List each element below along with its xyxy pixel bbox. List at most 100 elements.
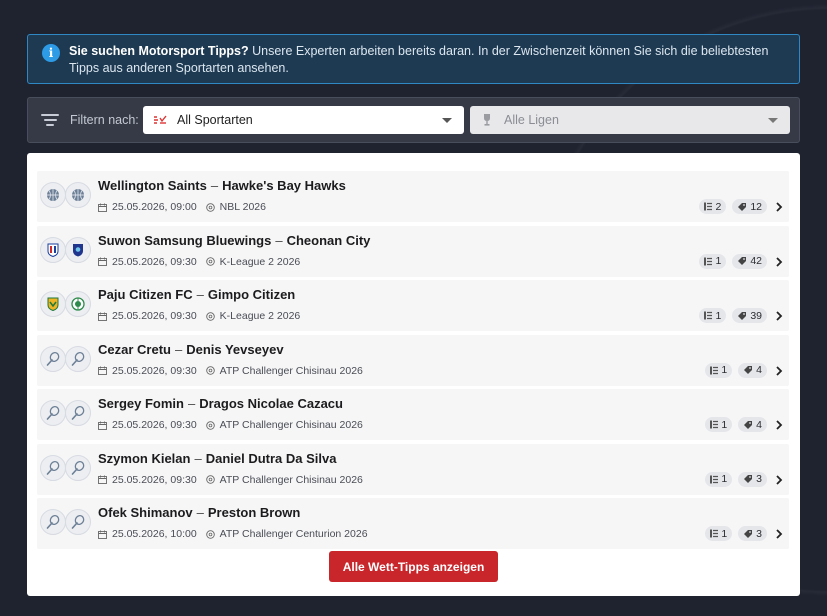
chevron-right-icon[interactable] <box>773 255 785 267</box>
tag-icon <box>743 474 753 484</box>
chevron-right-icon[interactable] <box>773 527 785 539</box>
team-logos <box>40 454 91 481</box>
chevron-right-icon[interactable] <box>773 364 785 376</box>
match-date: 25.05.2026, 09:30 <box>112 255 197 268</box>
match-badges: 2 12 <box>693 199 767 214</box>
lines-badge: 1 <box>705 526 733 541</box>
sport-select[interactable]: All Sportarten <box>143 106 464 134</box>
lines-count: 1 <box>715 255 722 267</box>
tag-icon <box>737 256 747 266</box>
league-icon <box>205 202 215 212</box>
team-crest-icon <box>40 291 66 317</box>
lines-count: 1 <box>721 473 728 485</box>
chevron-right-icon[interactable] <box>773 309 785 321</box>
away-team: Hawke's Bay Hawks <box>222 178 346 193</box>
team-logos <box>40 345 91 372</box>
tag-icon <box>737 202 747 212</box>
tennis-racket-icon <box>65 400 91 426</box>
basketball-icon <box>40 182 66 208</box>
match-badges: 14 <box>699 417 767 432</box>
chevron-right-icon[interactable] <box>773 418 785 430</box>
match-league: ATP Challenger Chisinau 2026 <box>219 419 363 431</box>
match-row[interactable]: Ofek Shimanov – Preston Brown 25.05.2026, 1… <box>37 498 789 549</box>
away-team: Dragos Nicolae Cazacu <box>199 396 343 411</box>
tag-icon <box>743 420 753 430</box>
match-row[interactable]: Szymon Kielan – Daniel Dutra Da Silva 25.05… <box>37 443 789 495</box>
team-logos <box>40 236 91 263</box>
tips-badge: 42 <box>732 253 767 269</box>
tennis-racket-icon <box>40 345 66 372</box>
home-team: Ofek Shimanov <box>98 505 193 520</box>
team-logos <box>40 182 91 208</box>
chevron-right-icon[interactable] <box>773 200 785 212</box>
team-crest-icon <box>40 236 66 263</box>
match-badges: 1 39 <box>693 308 767 323</box>
matches-panel: Wellington Saints – Hawke's Bay Hawks 25.05… <box>27 153 800 596</box>
league-icon <box>205 366 215 375</box>
lines-badge: 1 <box>699 308 727 323</box>
match-badges: 14 <box>699 362 767 378</box>
match-row[interactable]: Paju Citizen FC – Gimpo Citizen 25.05.2026,… <box>37 280 789 331</box>
calendar-icon <box>98 203 107 212</box>
chevron-down-icon <box>442 118 452 123</box>
away-team: Denis Yevseyev <box>186 341 284 357</box>
tips-count: 39 <box>750 309 762 322</box>
league-select-placeholder: Alle Ligen <box>504 113 559 127</box>
match-row[interactable]: Cezar Cretu – Denis Yevseyev 25.05.2026, 09… <box>37 334 789 386</box>
lines-count: 1 <box>715 309 722 322</box>
chevron-right-icon[interactable] <box>773 473 785 485</box>
match-badges: 13 <box>699 526 767 541</box>
calendar-icon <box>98 530 107 539</box>
all-tips-button[interactable]: Alle Wett-Tipps anzeigen <box>329 551 498 582</box>
sport-select-value: All Sportarten <box>177 113 253 127</box>
match-row[interactable]: Sergey Fomin – Dragos Nicolae Cazacu 25.05.… <box>37 389 789 440</box>
match-date: 25.05.2026, 09:30 <box>112 364 197 377</box>
league-icon <box>205 257 215 266</box>
calendar-icon <box>98 366 107 375</box>
lines-badge: 2 <box>699 199 727 214</box>
tips-badge: 39 <box>732 308 767 323</box>
lines-badge: 1 <box>705 471 733 487</box>
match-meta: 25.05.2026, 09:30 K-League 2 2026 <box>98 256 300 268</box>
home-team: Wellington Saints <box>98 178 207 193</box>
match-date: 25.05.2026, 09:00 <box>112 201 197 213</box>
match-title: Cezar Cretu – Denis Yevseyev <box>98 341 284 357</box>
info-bold: Sie suchen Motorsport Tipps? <box>69 44 249 58</box>
tennis-racket-icon <box>65 509 91 535</box>
home-team: Sergey Fomin <box>98 396 184 411</box>
match-row[interactable]: Suwon Samsung Bluewings – Cheonan City 25.0… <box>37 225 789 277</box>
match-badges: 1 42 <box>693 253 767 269</box>
lines-badge: 1 <box>705 362 733 378</box>
away-team: Cheonan City <box>286 232 371 248</box>
list-icon <box>704 311 713 320</box>
match-meta: 25.05.2026, 10:00 ATP Challenger Centurio… <box>98 528 368 540</box>
match-league: ATP Challenger Chisinau 2026 <box>219 473 363 486</box>
tennis-racket-icon <box>40 400 66 426</box>
info-banner: i Sie suchen Motorsport Tipps? Unsere Ex… <box>27 34 800 84</box>
league-select[interactable]: Alle Ligen <box>470 106 790 134</box>
match-date: 25.05.2026, 09:30 <box>112 419 197 431</box>
league-icon <box>205 529 215 539</box>
filter-label: Filtern nach: <box>70 113 139 127</box>
match-meta: 25.05.2026, 09:30 ATP Challenger Chisinau… <box>98 419 363 431</box>
team-logos <box>40 509 91 535</box>
away-team: Preston Brown <box>207 505 301 520</box>
league-icon <box>205 475 215 484</box>
match-title: Paju Citizen FC – Gimpo Citizen <box>98 287 296 302</box>
match-date: 25.05.2026, 09:30 <box>112 310 197 322</box>
match-title: Wellington Saints – Hawke's Bay Hawks <box>98 178 346 193</box>
list-icon <box>710 420 719 429</box>
match-date: 25.05.2026, 10:00 <box>112 528 197 540</box>
list-icon <box>710 529 719 538</box>
match-league: ATP Challenger Chisinau 2026 <box>219 364 363 377</box>
info-text: Sie suchen Motorsport Tipps? Unsere Expe… <box>69 43 787 77</box>
tag-icon <box>743 529 753 539</box>
tag-icon <box>737 311 747 321</box>
tips-count: 4 <box>756 418 762 431</box>
tips-badge: 3 <box>738 471 767 487</box>
match-meta: 25.05.2026, 09:30 K-League 2 2026 <box>98 310 300 322</box>
tips-badge: 3 <box>738 526 767 541</box>
match-row[interactable]: Wellington Saints – Hawke's Bay Hawks 25.05… <box>37 171 789 222</box>
calendar-icon <box>98 475 107 484</box>
list-icon <box>704 202 713 211</box>
